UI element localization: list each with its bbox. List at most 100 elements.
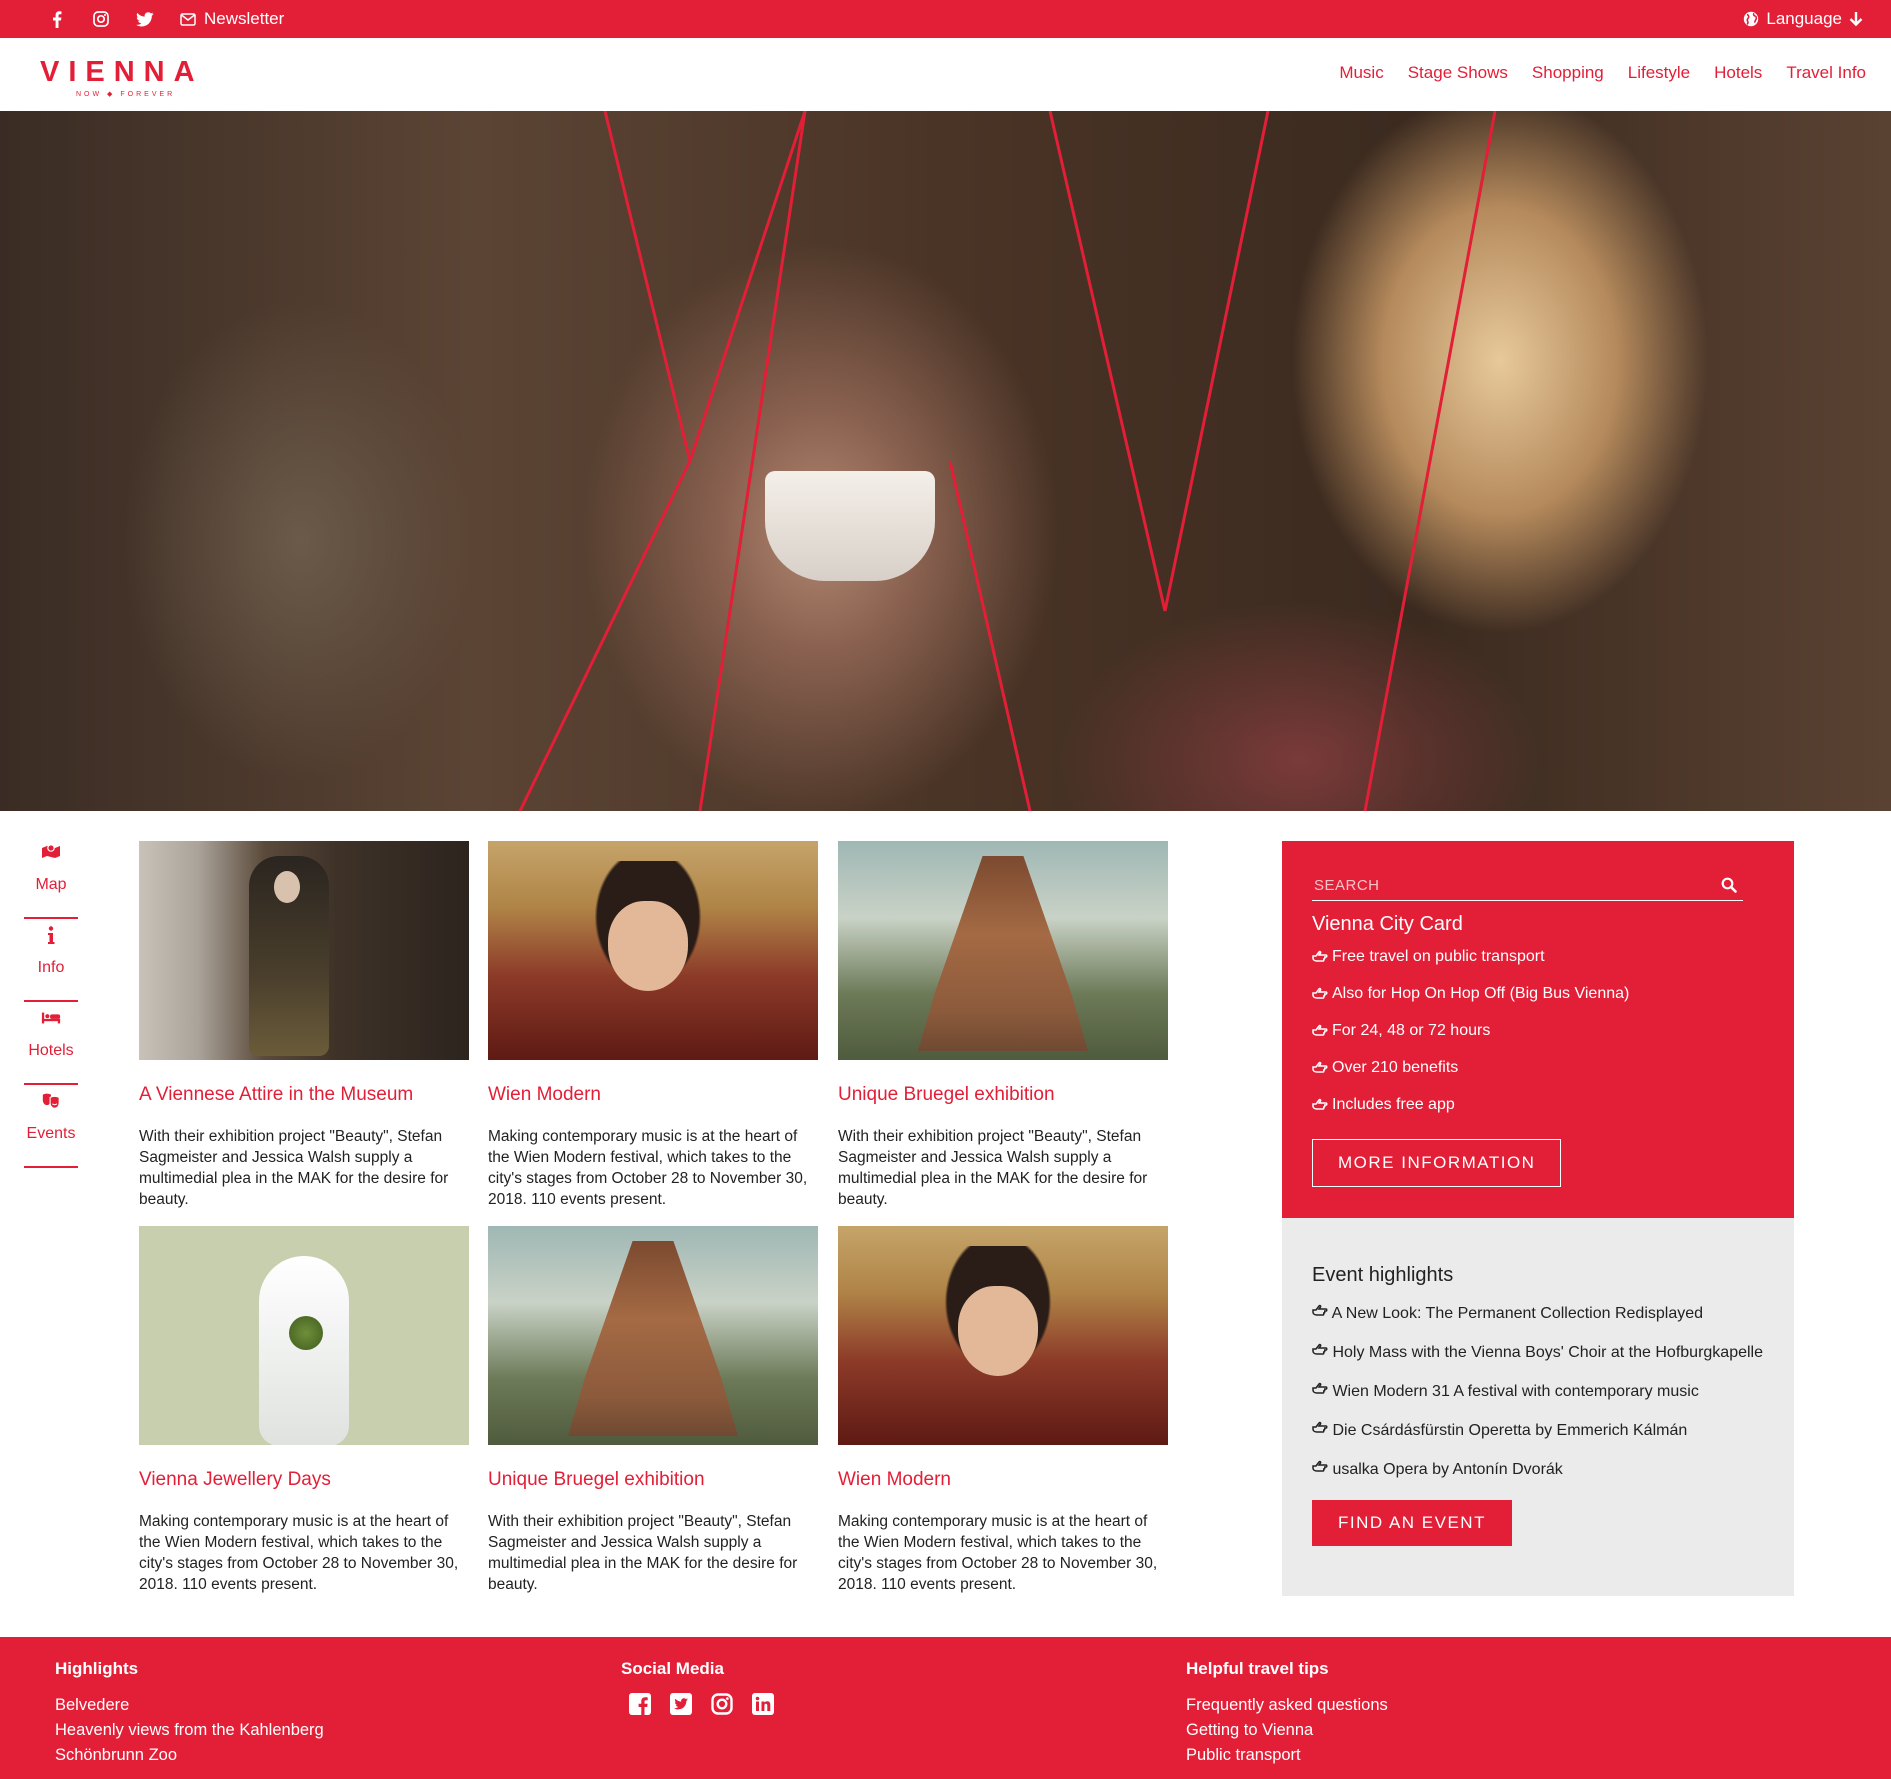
instagram-icon[interactable] [92, 10, 110, 28]
event-item[interactable]: usalka Opera by Antonín Dvorák [1312, 1457, 1764, 1480]
event-highlights-title: Event highlights [1312, 1264, 1454, 1286]
benefit-text: Includes free app [1332, 1096, 1455, 1113]
sidenav-label: Map [35, 876, 67, 893]
map-icon [41, 842, 61, 862]
theater-masks-icon [41, 1091, 61, 1111]
newsletter-label: Newsletter [204, 9, 285, 28]
card-title[interactable]: A Viennese Attire in the Museum [139, 1084, 469, 1110]
benefit-item: Free travel on public transport [1312, 948, 1764, 985]
card-description: Making contemporary music is at the hear… [139, 1513, 459, 1593]
event-item[interactable]: Wien Modern 31 A festival with contempor… [1312, 1379, 1764, 1402]
hand-point-right-icon [1312, 1303, 1328, 1317]
nav-item-shopping[interactable]: Shopping [1532, 63, 1604, 83]
article-card[interactable]: A Viennese Attire in the Museum With the… [139, 841, 469, 1210]
nav-item-music[interactable]: Music [1339, 63, 1383, 83]
benefit-text: Also for Hop On Hop Off (Big Bus Vienna) [1332, 985, 1630, 1002]
footer-heading: Highlights [55, 1659, 139, 1678]
sidenav-label: Info [37, 959, 65, 976]
twitter-square-icon[interactable] [670, 1693, 692, 1715]
sidenav-item-map[interactable]: Map [24, 836, 78, 919]
globe-icon [1743, 11, 1759, 27]
article-card[interactable]: Wien Modern Making contemporary music is… [838, 1226, 1168, 1595]
site-header: VIENNA NOW ◆ FOREVER Music Stage Shows S… [0, 38, 1891, 111]
footer-heading: Helpful travel tips [1186, 1659, 1329, 1678]
event-item[interactable]: Die Csárdásfürstin Operetta by Emmerich … [1312, 1418, 1764, 1441]
site-footer: Highlights Belvedere Heavenly views from… [0, 1637, 1891, 1779]
nav-item-stage-shows[interactable]: Stage Shows [1408, 63, 1508, 83]
sidenav-item-info[interactable]: Info [24, 919, 78, 1002]
card-image-bruegel[interactable] [488, 1226, 818, 1445]
logo-word: VIENNA [40, 56, 204, 88]
article-card[interactable]: Vienna Jewellery Days Making contemporar… [139, 1226, 469, 1595]
envelope-icon [180, 12, 196, 26]
card-description: Making contemporary music is at the hear… [488, 1128, 808, 1208]
nav-item-hotels[interactable]: Hotels [1714, 63, 1762, 83]
language-selector[interactable]: Language [1743, 9, 1863, 29]
hero-image [0, 111, 1891, 811]
article-card[interactable]: Unique Bruegel exhibition With their exh… [838, 841, 1168, 1210]
footer-highlights: Highlights Belvedere Heavenly views from… [55, 1659, 324, 1768]
event-highlights-panel: Event highlights A New Look: The Permane… [1282, 1218, 1794, 1596]
language-label: Language [1766, 9, 1842, 28]
card-image-jewellery[interactable] [139, 1226, 469, 1445]
twitter-icon[interactable] [136, 10, 154, 28]
social-links: Newsletter [48, 9, 284, 29]
more-information-button[interactable]: MORE INFORMATION [1312, 1139, 1562, 1187]
city-card-title: Vienna City Card [1312, 913, 1463, 935]
sidenav-label: Events [26, 1125, 76, 1142]
search-icon[interactable] [1721, 877, 1737, 893]
hand-point-right-icon [1312, 1420, 1328, 1434]
card-title[interactable]: Wien Modern [488, 1084, 818, 1110]
card-image-wien-modern[interactable] [488, 841, 818, 1060]
card-description: With their exhibition project "Beauty", … [488, 1513, 798, 1593]
event-list: A New Look: The Permanent Collection Red… [1312, 1301, 1764, 1480]
card-title[interactable]: Unique Bruegel exhibition [488, 1469, 818, 1495]
nav-item-travel-info[interactable]: Travel Info [1786, 63, 1866, 83]
footer-heading: Social Media [621, 1659, 724, 1678]
article-card[interactable]: Unique Bruegel exhibition With their exh… [488, 1226, 818, 1595]
footer-link[interactable]: Belvedere [55, 1693, 324, 1718]
vienna-logo[interactable]: VIENNA NOW ◆ FOREVER [40, 56, 210, 99]
city-card-panel: SEARCH Vienna City Card Free travel on p… [1282, 841, 1794, 1218]
event-item[interactable]: Holy Mass with the Vienna Boys' Choir at… [1312, 1340, 1764, 1363]
card-title[interactable]: Wien Modern [838, 1469, 1168, 1495]
hand-point-right-icon [1312, 1098, 1328, 1112]
hand-point-right-icon [1312, 1024, 1328, 1038]
newsletter-link[interactable]: Newsletter [180, 9, 284, 29]
instagram-icon[interactable] [711, 1693, 733, 1715]
event-item[interactable]: A New Look: The Permanent Collection Red… [1312, 1301, 1764, 1324]
hand-point-right-icon [1312, 1459, 1328, 1473]
hand-point-right-icon [1312, 950, 1328, 964]
nav-item-lifestyle[interactable]: Lifestyle [1628, 63, 1690, 83]
card-description: With their exhibition project "Beauty", … [139, 1128, 449, 1208]
footer-social: Social Media [621, 1659, 774, 1715]
footer-link[interactable]: Schönbrunn Zoo [55, 1743, 324, 1768]
logo-tagline: NOW ◆ FOREVER [76, 91, 176, 98]
sidenav-item-hotels[interactable]: Hotels [24, 1002, 78, 1085]
search-field[interactable]: SEARCH [1312, 871, 1743, 901]
event-text: usalka Opera by Antonín Dvorák [1332, 1461, 1563, 1478]
card-image-wien-modern[interactable] [838, 1226, 1168, 1445]
linkedin-icon[interactable] [752, 1693, 774, 1715]
card-image-bruegel[interactable] [838, 841, 1168, 1060]
sidenav-item-events[interactable]: Events [24, 1085, 78, 1168]
benefit-item: Also for Hop On Hop Off (Big Bus Vienna) [1312, 985, 1764, 1022]
card-description: With their exhibition project "Beauty", … [838, 1128, 1148, 1208]
find-an-event-button[interactable]: FIND AN EVENT [1312, 1500, 1512, 1546]
footer-link[interactable]: Frequently asked questions [1186, 1693, 1388, 1718]
benefit-item: For 24, 48 or 72 hours [1312, 1022, 1764, 1059]
footer-travel-tips: Helpful travel tips Frequently asked que… [1186, 1659, 1388, 1768]
card-title[interactable]: Unique Bruegel exhibition [838, 1084, 1168, 1110]
footer-link[interactable]: Heavenly views from the Kahlenberg [55, 1718, 324, 1743]
footer-link[interactable]: Public transport [1186, 1743, 1388, 1768]
footer-link[interactable]: Getting to Vienna [1186, 1718, 1388, 1743]
article-card[interactable]: Wien Modern Making contemporary music is… [488, 841, 818, 1210]
card-title[interactable]: Vienna Jewellery Days [139, 1469, 469, 1495]
facebook-square-icon[interactable] [629, 1693, 651, 1715]
event-text: Die Csárdásfürstin Operetta by Emmerich … [1332, 1422, 1688, 1439]
city-card-benefits: Free travel on public transport Also for… [1312, 948, 1764, 1133]
card-image-attire[interactable] [139, 841, 469, 1060]
benefit-text: Free travel on public transport [1332, 948, 1545, 965]
facebook-icon[interactable] [48, 10, 66, 28]
benefit-text: Over 210 benefits [1332, 1059, 1459, 1076]
